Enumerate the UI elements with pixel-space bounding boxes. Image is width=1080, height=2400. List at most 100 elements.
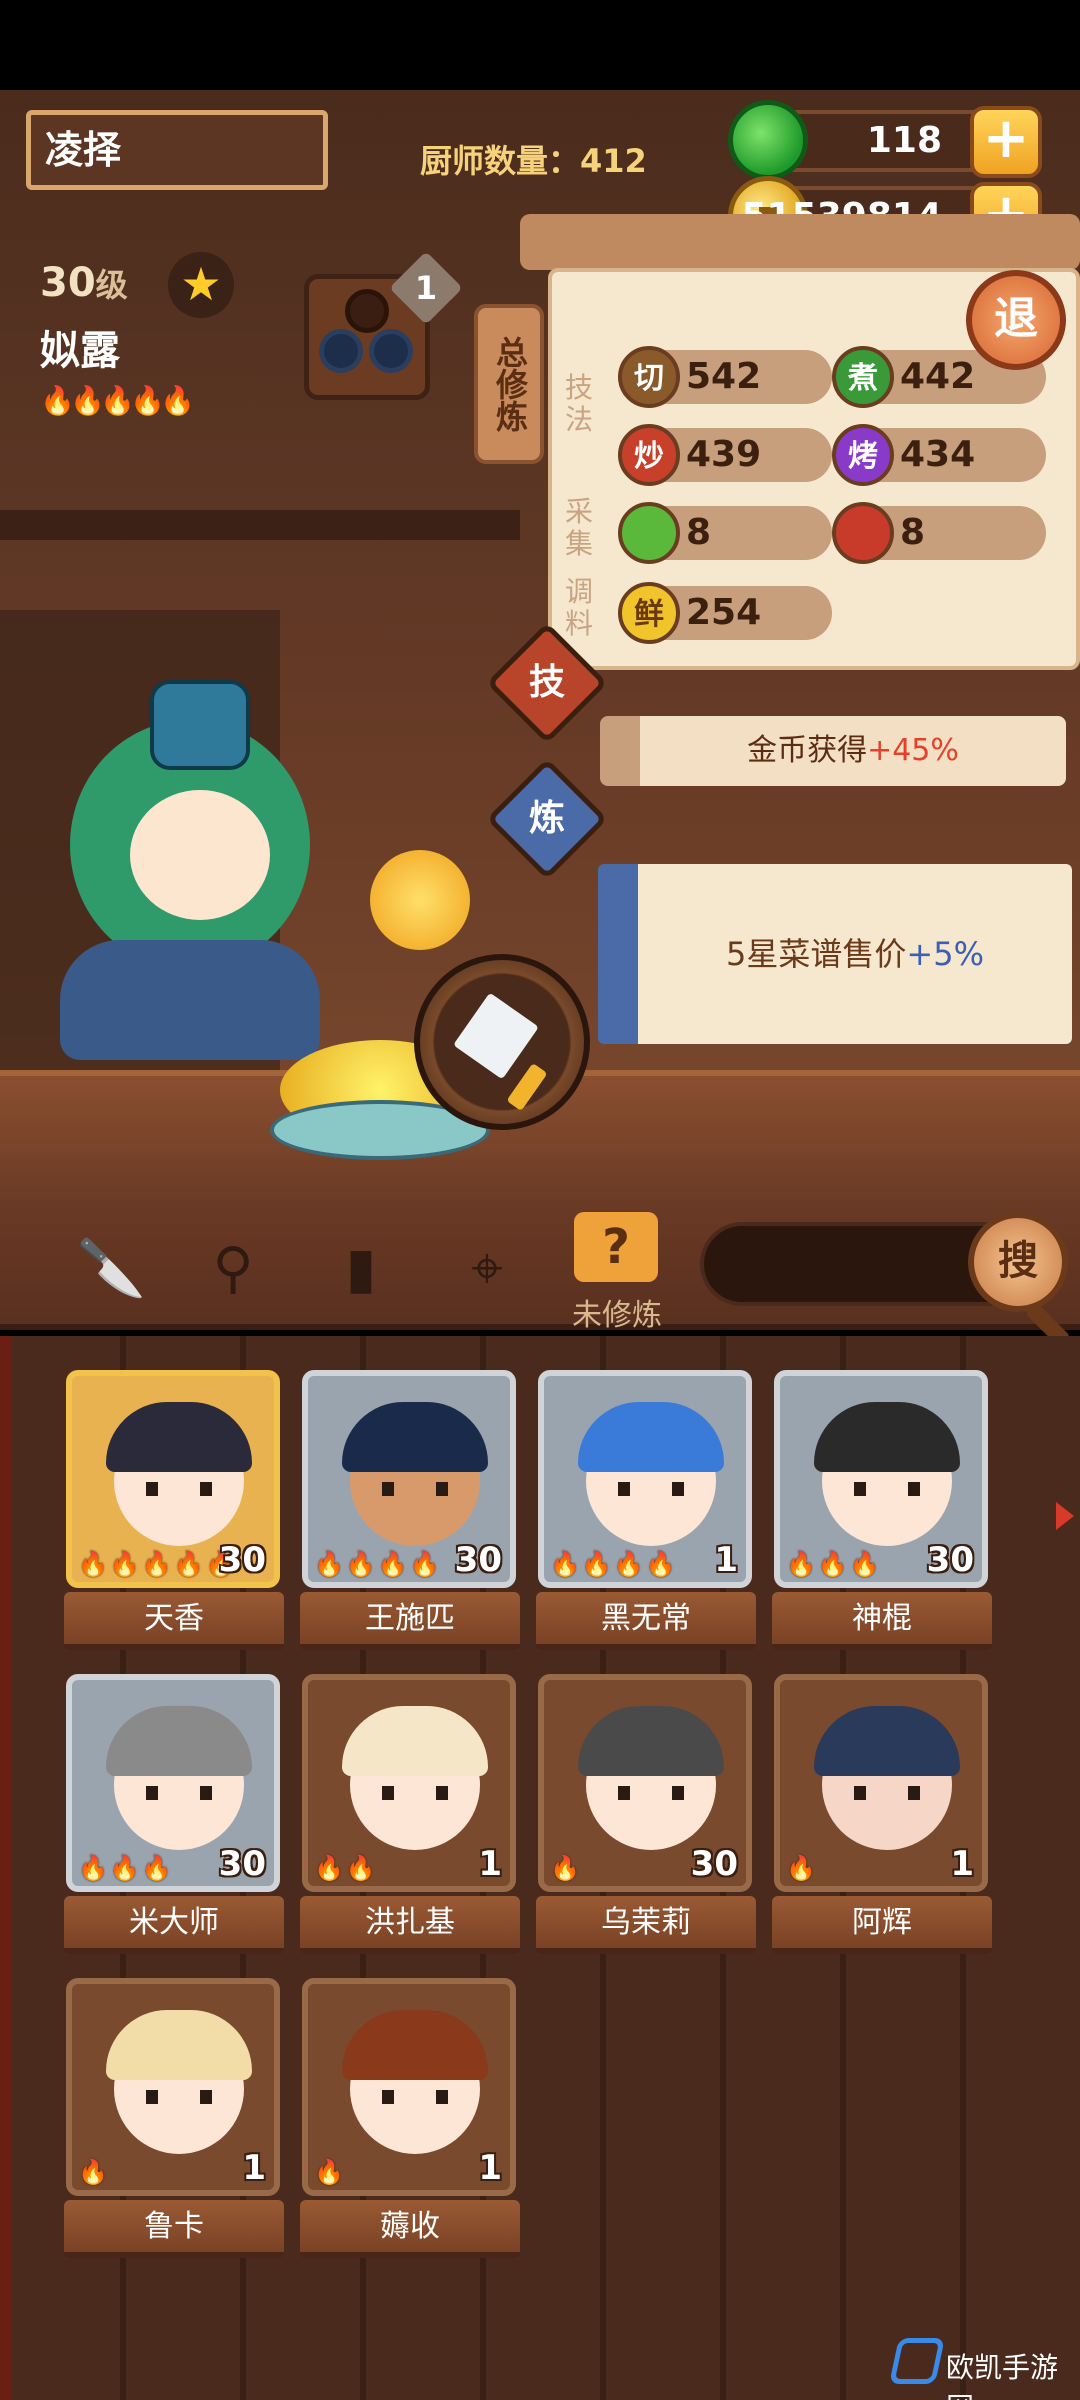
chef-card-portrait: 🔥 30 bbox=[538, 1674, 752, 1892]
chef-card[interactable]: 🔥 1 薅收 bbox=[300, 1978, 520, 2258]
coin-buff: 金币获得+45% bbox=[600, 716, 1066, 786]
panel-top-bar bbox=[520, 214, 1080, 270]
chef-card[interactable]: 🔥🔥🔥🔥🔥 30 天香 bbox=[64, 1370, 284, 1650]
chef-card-level: 1 bbox=[478, 2148, 502, 2188]
chef-card-eyes bbox=[146, 2090, 212, 2104]
chef-card[interactable]: 🔥 1 阿辉 bbox=[772, 1674, 992, 1954]
cleaver-filter-icon[interactable]: 🔪 bbox=[76, 1236, 146, 1302]
equip-plus-icon bbox=[345, 289, 389, 333]
chef-card[interactable]: 🔥🔥🔥 30 神棍 bbox=[772, 1370, 992, 1650]
chef-card[interactable]: 🔥🔥 1 洪扎基 bbox=[300, 1674, 520, 1954]
chef-crown bbox=[150, 680, 250, 770]
chef-card-flames: 🔥 bbox=[314, 2158, 346, 2186]
arrow-right-icon[interactable] bbox=[1056, 1502, 1074, 1530]
vegetable-icon bbox=[618, 502, 680, 564]
chef-card-level: 1 bbox=[714, 1540, 738, 1580]
chef-flames: 🔥🔥🔥🔥🔥 bbox=[40, 384, 195, 417]
stat-roast: 烤 434 bbox=[832, 424, 1046, 486]
chef-card-level: 30 bbox=[218, 1540, 266, 1580]
category-seasoning: 调料 bbox=[564, 575, 593, 640]
jar-filter-icon[interactable]: ▮ bbox=[328, 1236, 394, 1302]
chef-card-portrait: 🔥🔥🔥🔥🔥 30 bbox=[66, 1370, 280, 1588]
chef-card-name: 乌茉莉 bbox=[536, 1896, 756, 1954]
chef-robe bbox=[60, 940, 320, 1060]
chef-card[interactable]: 🔥🔥🔥🔥 30 王施匹 bbox=[300, 1370, 520, 1650]
category-gather: 采集 bbox=[564, 495, 593, 560]
retreat-button[interactable]: 退 bbox=[966, 270, 1066, 370]
chef-card-name: 黑无常 bbox=[536, 1592, 756, 1650]
chef-card-hair bbox=[578, 1402, 724, 1472]
stat-vegetable: 8 bbox=[618, 502, 832, 564]
chef-card-hair bbox=[814, 1402, 960, 1472]
chef-card-flames: 🔥🔥🔥 bbox=[786, 1550, 882, 1578]
chef-card-name: 王施匹 bbox=[300, 1592, 520, 1650]
grid-edge bbox=[0, 1336, 12, 2400]
status-bar bbox=[0, 0, 1080, 90]
chef-portrait[interactable] bbox=[30, 640, 330, 1060]
chef-card-hair bbox=[106, 1402, 252, 1472]
chef-card-eyes bbox=[382, 1786, 448, 1800]
location-pin-filter-icon[interactable]: ⌖ bbox=[454, 1236, 520, 1302]
chef-card-portrait: 🔥 1 bbox=[66, 1978, 280, 2196]
stat-value: 254 bbox=[686, 592, 762, 633]
stat-meat: 8 bbox=[832, 502, 1046, 564]
jade-amount: 118 bbox=[866, 120, 942, 161]
player-name[interactable]: 凌择 bbox=[26, 110, 328, 190]
spatula-filter-icon[interactable]: ⚲ bbox=[200, 1236, 266, 1302]
chef-level-suffix: 级 bbox=[95, 266, 128, 304]
chef-card[interactable]: 🔥 1 鲁卡 bbox=[64, 1978, 284, 2258]
star-icon[interactable]: ★ bbox=[168, 252, 234, 318]
chef-card-portrait: 🔥🔥🔥🔥 30 bbox=[302, 1370, 516, 1588]
chef-level: 30级 bbox=[40, 260, 128, 306]
chef-card-flames: 🔥🔥🔥🔥 bbox=[550, 1550, 678, 1578]
meat-icon bbox=[832, 502, 894, 564]
chef-card-eyes bbox=[854, 1786, 920, 1800]
flame-icon: 🔥 bbox=[130, 384, 171, 417]
chef-card-level: 1 bbox=[242, 2148, 266, 2188]
skill-tab-label: 技 bbox=[528, 662, 565, 703]
search-button[interactable]: 搜 bbox=[968, 1212, 1068, 1312]
stat-value: 442 bbox=[900, 356, 976, 397]
stat-value: 434 bbox=[900, 434, 976, 475]
chef-card-name: 鲁卡 bbox=[64, 2200, 284, 2258]
boil-skill-icon: 煮 bbox=[832, 346, 894, 408]
chef-card-name: 阿辉 bbox=[772, 1896, 992, 1954]
recipe-buff: 5星菜谱售价+5% bbox=[598, 864, 1072, 1044]
coin-buff-text: 金币获得 bbox=[747, 733, 868, 768]
chef-card-flames: 🔥🔥 bbox=[314, 1854, 378, 1882]
chef-card-portrait: 🔥🔥🔥 30 bbox=[774, 1370, 988, 1588]
chef-card-level: 30 bbox=[218, 1844, 266, 1884]
uncultivated-filter-icon[interactable]: ? bbox=[574, 1212, 658, 1282]
equip-count-badge: 1 bbox=[389, 251, 463, 325]
chef-name: 姒露 bbox=[40, 328, 120, 374]
chef-card-eyes bbox=[146, 1786, 212, 1800]
chef-card[interactable]: 🔥🔥🔥🔥 1 黑无常 bbox=[536, 1370, 756, 1650]
game-screen: 凌择 厨师数量：412 118 + 51539814 + 30级 ★ 姒露 🔥🔥… bbox=[0, 0, 1080, 2400]
chef-card-eyes bbox=[618, 1786, 684, 1800]
chef-card-name: 神棍 bbox=[772, 1592, 992, 1650]
stat-value: 542 bbox=[686, 356, 762, 397]
chef-card-name: 天香 bbox=[64, 1592, 284, 1650]
uncultivated-filter-label: 未修炼 bbox=[572, 1298, 662, 1333]
chef-card-flames: 🔥 bbox=[786, 1854, 818, 1882]
add-jade-button[interactable]: + bbox=[970, 106, 1042, 178]
stat-value: 8 bbox=[900, 512, 926, 553]
cleaver-handle bbox=[506, 1062, 548, 1112]
recipe-buff-text: 5星菜谱售价 bbox=[726, 935, 907, 973]
chef-card-hair bbox=[342, 1706, 488, 1776]
umami-icon: 鲜 bbox=[618, 582, 680, 644]
chef-card-portrait: 🔥 1 bbox=[302, 1978, 516, 2196]
chef-card[interactable]: 🔥🔥🔥 30 米大师 bbox=[64, 1674, 284, 1954]
chef-card-flames: 🔥 bbox=[550, 1854, 582, 1882]
chef-card-level: 30 bbox=[926, 1540, 974, 1580]
chef-card-level: 30 bbox=[454, 1540, 502, 1580]
cleaver-button[interactable] bbox=[414, 954, 590, 1130]
chef-card-name: 洪扎基 bbox=[300, 1896, 520, 1954]
cleaver-icon bbox=[453, 992, 539, 1080]
chef-card-eyes bbox=[618, 1482, 684, 1496]
chef-card[interactable]: 🔥 30 乌茉莉 bbox=[536, 1674, 756, 1954]
chef-card-level: 1 bbox=[478, 1844, 502, 1884]
chef-face bbox=[130, 790, 270, 920]
tab-total-cultivation[interactable]: 总修炼 bbox=[474, 304, 544, 464]
chef-card-flames: 🔥 bbox=[78, 2158, 110, 2186]
